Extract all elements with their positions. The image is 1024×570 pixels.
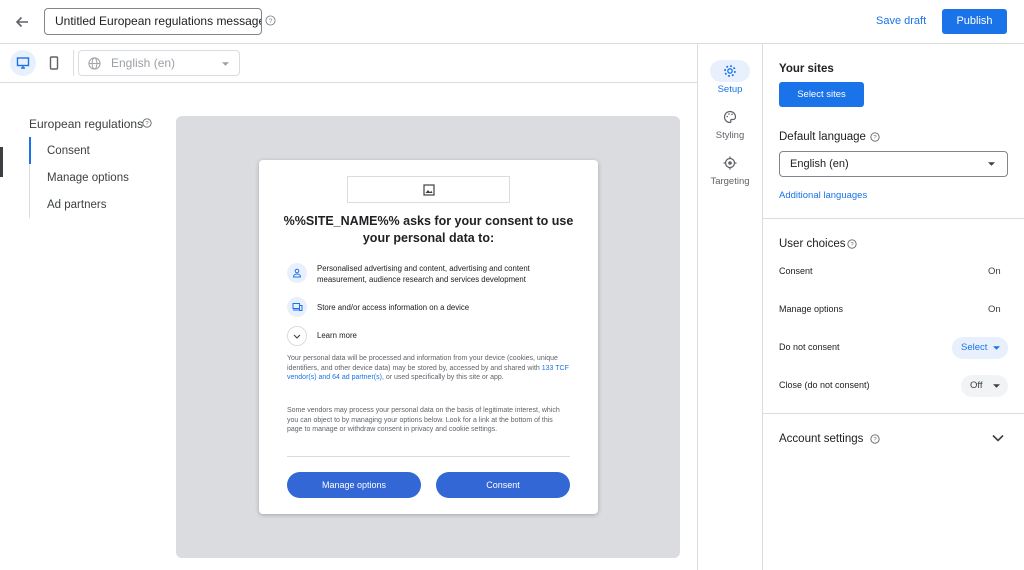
default-language-select[interactable]: English (en): [779, 151, 1008, 177]
nav-rail-active: [29, 137, 31, 164]
dialog-title: %%SITE_NAME%% asks for your consent to u…: [283, 214, 574, 245]
dropdown-arrow-icon: [222, 62, 229, 66]
help-icon[interactable]: ?: [142, 118, 152, 128]
section-title: European regulations: [29, 117, 144, 131]
body-text: , or used specifically by this site or a…: [381, 374, 504, 382]
consent-button[interactable]: Consent: [436, 472, 570, 498]
active-indicator: [0, 147, 3, 177]
mobile-view-icon[interactable]: [41, 50, 67, 76]
tab-label: Setup: [717, 84, 743, 95]
target-icon: [710, 152, 750, 174]
nav-item-consent[interactable]: Consent: [47, 145, 90, 157]
tab-setup[interactable]: Setup: [698, 60, 762, 95]
do-not-consent-select[interactable]: Select: [952, 337, 1008, 359]
close-value: Off: [970, 380, 983, 391]
help-icon[interactable]: ?: [870, 132, 880, 142]
learn-more-link[interactable]: Learn more: [317, 331, 577, 342]
choice-close-label: Close (do not consent): [779, 380, 870, 390]
dialog-body-1: Your personal data will be processed and…: [287, 354, 570, 383]
user-choices-title: User choices: [779, 238, 846, 250]
manage-options-button[interactable]: Manage options: [287, 472, 421, 498]
publish-button[interactable]: Publish: [942, 9, 1007, 34]
tab-label: Styling: [715, 130, 745, 141]
choice-consent-value[interactable]: On: [988, 266, 1001, 277]
dialog-body-2: Some vendors may process your personal d…: [287, 407, 560, 434]
message-title-input[interactable]: Untitled European regulations message: [44, 8, 262, 35]
nav-item-manage-options[interactable]: Manage options: [47, 172, 129, 184]
additional-languages-link[interactable]: Additional languages: [779, 190, 867, 201]
select-sites-button[interactable]: Select sites: [779, 82, 864, 107]
dropdown-arrow-icon: [988, 162, 995, 166]
divider: [763, 413, 1024, 414]
dropdown-arrow-icon: [993, 384, 1000, 388]
body-text: Your personal data will be processed and…: [287, 355, 558, 372]
devices-icon: [287, 297, 307, 317]
svg-text:?: ?: [269, 18, 273, 25]
choice-consent-label: Consent: [779, 266, 813, 276]
default-language-title: Default language: [779, 131, 866, 143]
toolbar-divider: [73, 50, 74, 76]
palette-icon: [710, 106, 750, 128]
side-tabs: Setup Styling Targeting: [697, 44, 763, 570]
consent-dialog: %%SITE_NAME%% asks for your consent to u…: [259, 160, 598, 514]
preview-language-value: English (en): [111, 56, 176, 70]
choice-manage-options-value[interactable]: On: [988, 304, 1001, 315]
top-bar: Untitled European regulations message ? …: [0, 0, 1024, 44]
help-icon[interactable]: ?: [870, 434, 880, 444]
purpose-personalised-ads: Personalised advertising and content, ad…: [317, 264, 530, 284]
back-arrow-icon[interactable]: [10, 10, 34, 34]
choice-manage-options-label: Manage options: [779, 304, 844, 314]
tab-styling[interactable]: Styling: [698, 106, 762, 141]
gear-icon: [710, 60, 750, 82]
help-icon[interactable]: ?: [265, 15, 276, 26]
image-icon: [422, 183, 435, 196]
dialog-divider: [287, 456, 570, 457]
do-not-consent-value: Select: [961, 342, 988, 353]
preview-toolbar: English (en): [0, 44, 697, 83]
logo-placeholder: [347, 176, 510, 203]
dropdown-arrow-icon: [993, 346, 1000, 350]
divider: [763, 218, 1024, 219]
account-settings-title[interactable]: Account settings: [779, 433, 863, 445]
close-select[interactable]: Off: [961, 375, 1008, 397]
your-sites-title: Your sites: [779, 63, 834, 75]
tab-targeting[interactable]: Targeting: [698, 152, 762, 187]
help-icon[interactable]: ?: [847, 239, 857, 249]
preview-language-select[interactable]: English (en): [78, 50, 240, 76]
save-draft-button[interactable]: Save draft: [870, 9, 932, 33]
desktop-view-icon[interactable]: [10, 50, 36, 76]
tab-label: Targeting: [710, 176, 750, 187]
globe-icon: [88, 57, 101, 70]
chevron-down-icon[interactable]: [287, 326, 307, 346]
default-language-value: English (en): [790, 158, 849, 170]
person-icon: [287, 263, 307, 283]
choice-do-not-consent-label: Do not consent: [779, 342, 840, 352]
purpose-store-access: Store and/or access information on a dev…: [317, 303, 470, 312]
nav-item-ad-partners[interactable]: Ad partners: [47, 199, 106, 211]
chevron-down-icon[interactable]: [991, 431, 1005, 445]
